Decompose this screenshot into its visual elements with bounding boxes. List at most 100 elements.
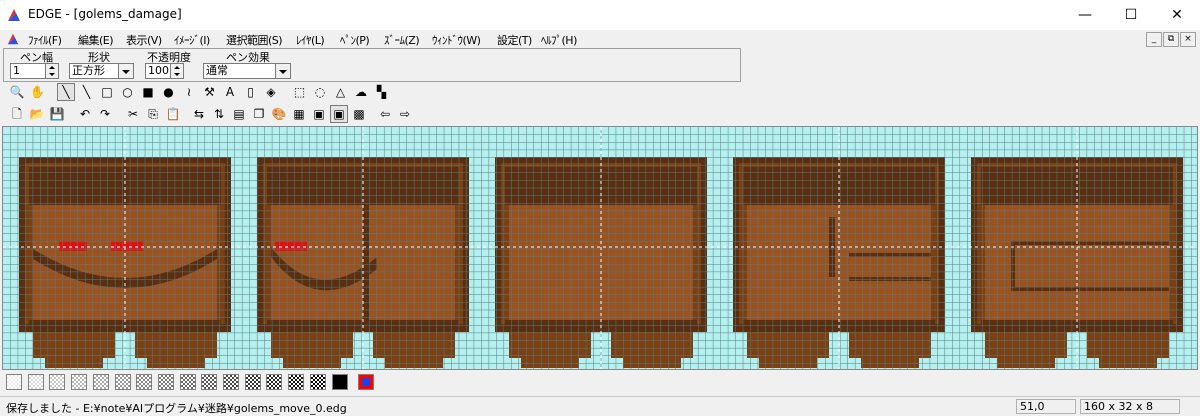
spuit-icon[interactable]: ⚒ — [201, 83, 219, 101]
paste-icon[interactable]: 📋 — [164, 105, 182, 123]
swap-color-icon — [362, 378, 370, 386]
lasso-select-icon[interactable]: △ — [332, 83, 350, 101]
new-file-icon[interactable]: 🗋 — [8, 105, 26, 123]
text-icon[interactable]: A — [221, 83, 239, 101]
file-toolbar: 🗋 📂 💾 ↶ ↷ ✂ ⎘ 📋 ⇆ ⇅ ▤ ❐ 🎨 ▦ ▣ ▣ ▩ ⇦ ⇨ — [0, 104, 1200, 124]
menu-selection[interactable]: 選択範囲(S) — [226, 32, 283, 48]
pattern-swatch[interactable] — [157, 374, 174, 390]
rect-outline-icon[interactable]: □ — [98, 83, 116, 101]
menu-file[interactable]: ﾌｧｲﾙ(F) — [28, 32, 62, 48]
golem-eye — [59, 241, 87, 251]
pattern-swatch[interactable] — [223, 374, 239, 390]
draw-toolbar: 🔍 ✋ ╲ ╲ □ ○ ■ ● ≀ ⚒ A ▯ ◈ ⬚ ◌ △ ☁ ▚ — [0, 82, 1200, 102]
pen-shape-dropdown-icon[interactable] — [118, 63, 134, 79]
zoom-icon[interactable]: 🔍 — [8, 83, 26, 101]
layer-icon[interactable]: ❐ — [250, 105, 268, 123]
opacity-spinner[interactable] — [170, 63, 184, 79]
cut-icon[interactable]: ✂ — [124, 105, 142, 123]
menu-zoom[interactable]: ｽﾞｰﾑ(Z) — [384, 32, 420, 48]
copy-icon[interactable]: ⎘ — [144, 105, 162, 123]
close-button[interactable]: ✕ — [1154, 0, 1200, 30]
golem-leg — [849, 332, 931, 358]
grid-icon[interactable]: ▤ — [230, 105, 248, 123]
pen-properties-bar: ペン幅 1 形状 正方形 不透明度 100 ペン効果 通常 — [3, 48, 741, 82]
bucket-icon[interactable]: ▯ — [242, 83, 260, 101]
pen-shape-select[interactable]: 正方形 — [69, 63, 121, 79]
status-bar: 保存しました - E:¥note¥AIプログラム¥迷路¥golems_move_… — [0, 396, 1200, 416]
pattern-swatch[interactable] — [49, 374, 66, 390]
golem-eye — [111, 241, 143, 251]
undo-icon[interactable]: ↶ — [76, 105, 94, 123]
menu-edit[interactable]: 編集(E) — [78, 32, 114, 48]
pen-width-spinner[interactable] — [45, 63, 59, 79]
pattern-swatch[interactable] — [201, 374, 218, 390]
pattern-swatch[interactable] — [136, 374, 153, 390]
frame-view-icon[interactable]: ▣ — [310, 105, 328, 123]
menu-image[interactable]: ｲﾒｰｼﾞ(I) — [174, 32, 210, 48]
flip-h-icon[interactable]: ⇆ — [190, 105, 208, 123]
menu-settings[interactable]: 設定(T) — [497, 32, 532, 48]
pattern-swatch[interactable] — [244, 374, 261, 390]
ellipse-fill-icon[interactable]: ● — [160, 83, 178, 101]
rect-select-icon[interactable]: ⬚ — [291, 83, 309, 101]
pattern-swatch[interactable] — [92, 374, 109, 390]
window-title: EDGE - [golems_damage] — [28, 7, 182, 21]
menu-bar: ﾌｧｲﾙ(F) 編集(E) 表示(V) ｲﾒｰｼﾞ(I) 選択範囲(S) ﾚｲﾔ… — [0, 30, 1200, 48]
menu-pen[interactable]: ﾍﾟﾝ(P) — [340, 32, 370, 48]
menu-layer[interactable]: ﾚｲﾔ(L) — [296, 32, 325, 48]
mdi-close-button[interactable]: × — [1180, 32, 1196, 47]
fill-icon[interactable]: ◈ — [262, 83, 280, 101]
frame-icon[interactable]: ▦ — [290, 105, 308, 123]
mdi-restore-button[interactable]: ⧉ — [1163, 32, 1179, 47]
ellipse-select-icon[interactable]: ◌ — [311, 83, 329, 101]
golem-leg — [271, 332, 353, 358]
next-frame-icon[interactable]: ⇨ — [396, 105, 414, 123]
hand-icon[interactable]: ✋ — [29, 83, 47, 101]
mdi-minimize-button[interactable]: _ — [1146, 32, 1162, 47]
pattern-swatch[interactable] — [179, 374, 196, 390]
image-size: 160 x 32 x 8 — [1080, 399, 1180, 414]
palette-icon[interactable]: 🎨 — [270, 105, 288, 123]
save-icon[interactable]: 💾 — [48, 105, 66, 123]
pattern-palette — [6, 372, 406, 392]
pixel-canvas[interactable] — [2, 126, 1198, 370]
background-color-swatch[interactable] — [358, 374, 374, 390]
status-message: 保存しました - E:¥note¥AIプログラム¥迷路¥golems_move_… — [6, 402, 347, 415]
frame-view2-icon[interactable]: ▣ — [330, 105, 348, 123]
flip-v-icon[interactable]: ⇅ — [210, 105, 228, 123]
golem-leg — [1087, 332, 1169, 358]
pattern-swatch[interactable] — [6, 374, 22, 390]
pen-icon[interactable]: ╲ — [57, 83, 75, 101]
pen-effect-select[interactable]: 通常 — [203, 63, 279, 79]
minimize-button[interactable]: — — [1062, 0, 1108, 30]
anim-grid-icon[interactable]: ▩ — [350, 105, 368, 123]
prev-frame-icon[interactable]: ⇦ — [376, 105, 394, 123]
edge-app-icon — [8, 9, 20, 21]
foreground-color-swatch[interactable] — [332, 374, 348, 390]
pattern-swatch[interactable] — [266, 374, 283, 390]
rect-fill-icon[interactable]: ■ — [139, 83, 157, 101]
pattern-swatch[interactable] — [288, 374, 305, 390]
ellipse-outline-icon[interactable]: ○ — [119, 83, 137, 101]
pen-effect-dropdown-icon[interactable] — [275, 63, 291, 79]
maximize-button[interactable]: ☐ — [1108, 0, 1154, 30]
sprite-canvas-image[interactable] — [3, 127, 1198, 370]
redo-icon[interactable]: ↷ — [96, 105, 114, 123]
menu-window[interactable]: ｳｨﾝﾄﾞｳ(W) — [432, 32, 481, 48]
opacity-input[interactable]: 100 — [145, 63, 171, 79]
golem-leg — [33, 332, 115, 358]
pen-width-input[interactable]: 1 — [10, 63, 46, 79]
menu-help[interactable]: ﾍﾙﾌﾟ(H) — [541, 32, 577, 48]
curve-icon[interactable]: ≀ — [180, 83, 198, 101]
pattern-swatch[interactable] — [309, 374, 326, 390]
line-icon[interactable]: ╲ — [78, 83, 96, 101]
cursor-coords: 51,0 — [1016, 399, 1076, 414]
tile-select-icon[interactable]: ▚ — [373, 83, 391, 101]
open-folder-icon[interactable]: 📂 — [28, 105, 46, 123]
menu-view[interactable]: 表示(V) — [126, 32, 162, 48]
magic-select-icon[interactable]: ☁ — [352, 83, 370, 101]
pattern-swatch[interactable] — [71, 374, 88, 390]
pattern-swatch[interactable] — [27, 374, 44, 390]
pattern-swatch[interactable] — [114, 374, 131, 390]
document-icon — [7, 33, 19, 45]
